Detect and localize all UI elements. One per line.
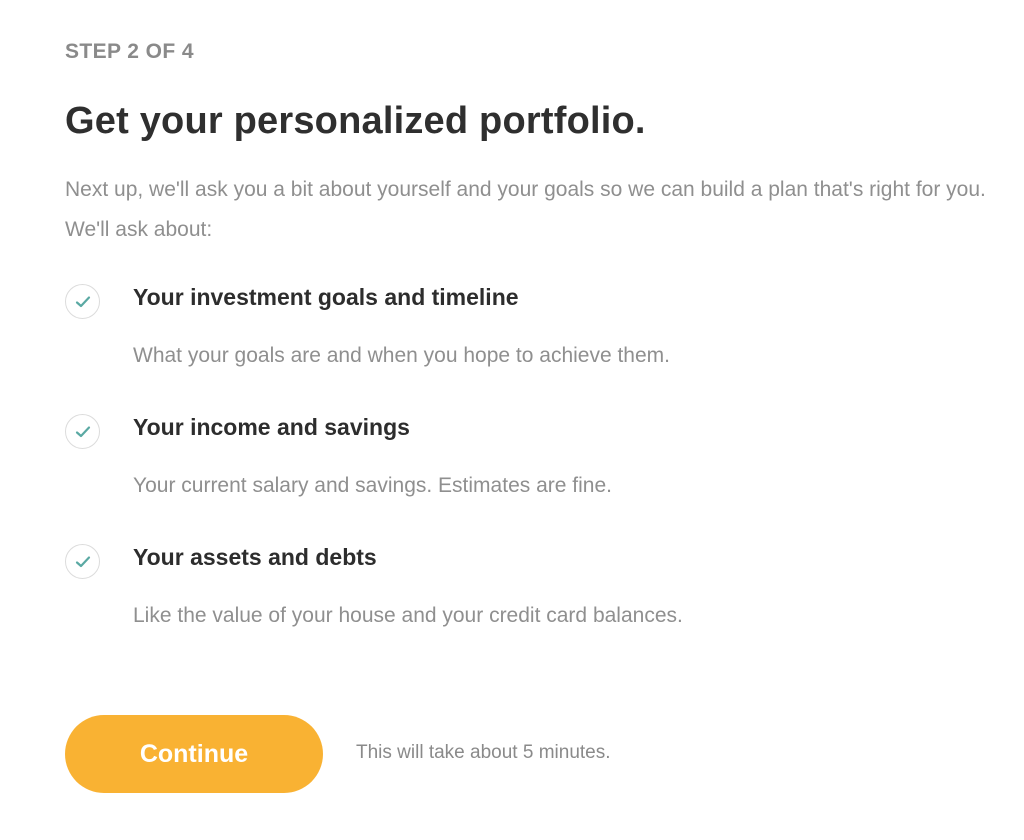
item-title: Your investment goals and timeline [133,284,519,310]
item-description: What your goals are and when you hope to… [133,344,670,367]
item-description: Like the value of your house and your cr… [133,604,683,627]
check-icon [75,556,91,568]
check-circle [65,284,100,319]
item-description: Your current salary and savings. Estimat… [133,474,612,497]
step-indicator: STEP 2 OF 4 [65,40,194,63]
page-title: Get your personalized portfolio. [65,100,646,142]
continue-button[interactable]: Continue [65,715,323,793]
topics-list: Your investment goals and timeline What … [65,282,965,672]
list-item: Your investment goals and timeline What … [65,282,965,412]
onboarding-step-page: STEP 2 OF 4 Get your personalized portfo… [65,0,1005,840]
check-circle [65,414,100,449]
item-title: Your income and savings [133,414,410,440]
item-title: Your assets and debts [133,544,377,570]
check-icon [75,426,91,438]
list-item: Your assets and debts Like the value of … [65,542,965,672]
duration-note: This will take about 5 minutes. [356,742,611,763]
list-item: Your income and savings Your current sal… [65,412,965,542]
check-circle [65,544,100,579]
intro-text: Next up, we'll ask you a bit about yours… [65,178,986,241]
check-icon [75,296,91,308]
